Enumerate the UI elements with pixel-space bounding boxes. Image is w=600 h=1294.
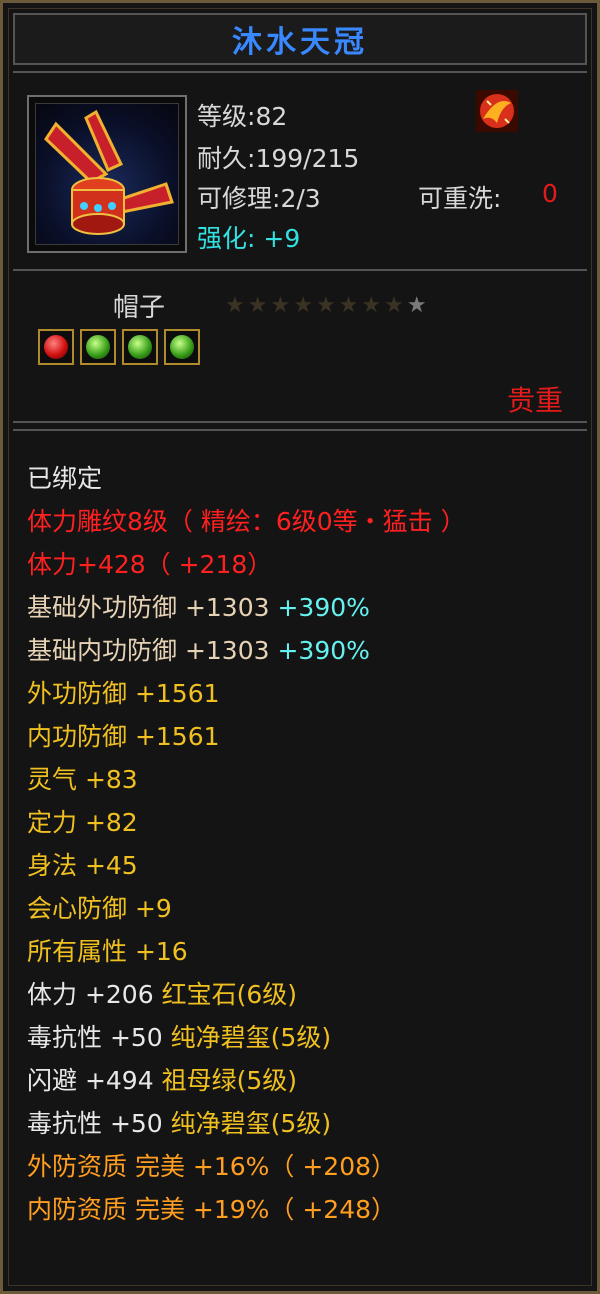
aptitude-line: 内防资质 完美 +19%（ +248）	[27, 1195, 397, 1224]
green-gem-icon	[80, 329, 116, 365]
attr-line: 灵气 +83	[27, 765, 138, 794]
star-icon: ★	[338, 293, 362, 318]
bound-status: 已绑定	[27, 464, 103, 493]
star-icon: ★	[247, 293, 271, 318]
durability-label: 耐久:	[197, 144, 256, 173]
durability-line: 耐久:199/215	[197, 139, 359, 175]
gem-attr-line: 毒抗性 +50 纯净碧玺(5级)	[27, 1104, 331, 1140]
attr-text: 闪避 +494	[27, 1066, 154, 1095]
repair-value: 2/3	[280, 184, 321, 213]
level-label: 等级:	[197, 102, 256, 131]
enhance-line: 强化: +9	[197, 219, 300, 255]
reforge-value: 0	[542, 179, 558, 208]
attr-bonus: +390%	[269, 593, 370, 622]
level-value: 82	[255, 102, 288, 131]
item-title-bar: 沐水天冠	[13, 13, 587, 65]
repair-line: 可修理:2/3	[197, 179, 321, 215]
stamina-total: 体力+428（ +218）	[27, 550, 273, 579]
star-icon: ★	[384, 293, 407, 318]
attr-line: 身法 +45	[27, 851, 138, 880]
aptitude-line: 外防资质 完美 +16%（ +208）	[27, 1152, 397, 1181]
attr-text: 毒抗性 +50	[27, 1109, 163, 1138]
repair-label: 可修理:	[197, 184, 281, 213]
attr-text: 毒抗性 +50	[27, 1023, 163, 1052]
item-tooltip: 沐水天冠 等级:82 耐久:199/215 可修理:2/3 可重洗: 0 强化:…	[0, 0, 600, 1294]
attr-line: 会心防御 +9	[27, 894, 172, 923]
gem-attr-line: 毒抗性 +50 纯净碧玺(5级)	[27, 1018, 331, 1054]
hat-illustration	[44, 109, 174, 235]
engraving-line: 体力雕纹8级（ 精绘：6级0等・猛击 ）	[27, 507, 466, 536]
attribute-list: 已绑定 体力雕纹8级（ 精绘：6级0等・猛击 ） 体力+428（ +218） 基…	[13, 429, 587, 1287]
quality-label: 贵重	[506, 384, 563, 417]
star-icon: ★	[315, 293, 339, 318]
star-icon: ★	[270, 293, 294, 318]
gem-name: 祖母绿(5级)	[153, 1066, 297, 1095]
attr-line: 基础外功防御 +1303 +390%	[27, 588, 370, 624]
attr-line: 定力 +82	[27, 808, 138, 837]
star-icon: ★	[293, 293, 316, 318]
item-summary: 等级:82 耐久:199/215 可修理:2/3 可重洗: 0 强化: +9	[13, 71, 587, 271]
green-gem-icon	[122, 329, 158, 365]
green-gem-icon	[164, 329, 200, 365]
star-icon: ★	[225, 293, 248, 318]
item-name: 沐水天冠	[232, 25, 368, 60]
attr-line: 基础内功防御 +1303 +390%	[27, 631, 370, 667]
gem-name: 纯净碧玺(5级)	[162, 1109, 332, 1138]
attr-text: 基础外功防御 +1303	[27, 593, 270, 622]
attr-line: 外功防御 +1561	[27, 679, 220, 708]
gem-name: 红宝石(6级)	[153, 980, 297, 1009]
attr-text: 基础内功防御 +1303	[27, 636, 270, 665]
hat-icon	[27, 95, 187, 253]
reforge-label: 可重洗:	[418, 184, 502, 213]
star-icon: ★	[361, 293, 385, 318]
item-type: 帽子	[113, 293, 166, 323]
bound-badge-icon	[476, 90, 518, 132]
star-rating: ★★★★★★★★★	[225, 293, 430, 318]
attr-bonus: +390%	[269, 636, 370, 665]
gem-slots	[38, 329, 200, 365]
gem-name: 纯净碧玺(5级)	[162, 1023, 332, 1052]
red-gem-icon	[38, 329, 74, 365]
star-icon: ★	[406, 293, 430, 318]
attr-line: 内功防御 +1561	[27, 722, 220, 751]
durability-value: 199/215	[255, 144, 360, 173]
level-line: 等级:82	[197, 97, 287, 133]
attr-text: 体力 +206	[27, 980, 154, 1009]
attr-line: 所有属性 +16	[27, 937, 188, 966]
gem-attr-line: 闪避 +494 祖母绿(5级)	[27, 1061, 297, 1097]
enhance-label: 强化:	[197, 224, 256, 253]
gem-attr-line: 体力 +206 红宝石(6级)	[27, 975, 297, 1011]
item-type-section: 帽子 ★★★★★★★★★ 贵重	[13, 275, 587, 423]
enhance-value: +9	[263, 224, 301, 253]
